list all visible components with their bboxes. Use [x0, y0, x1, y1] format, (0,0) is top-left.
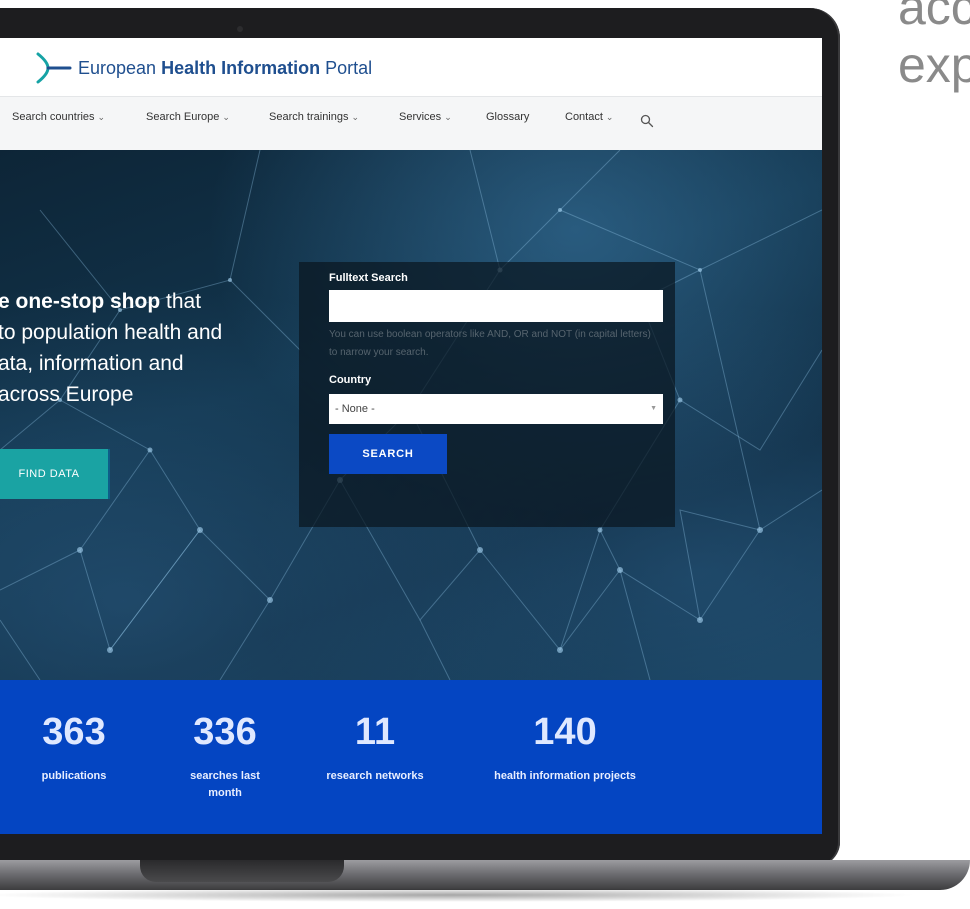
stat-value: 11	[354, 711, 396, 753]
nav-item-glossary[interactable]: Glossary	[486, 111, 529, 123]
laptop-shadow	[0, 888, 920, 902]
hero-headline: e one-stop shop that to population healt…	[0, 286, 298, 410]
nav-item-search-countries[interactable]: Search countries ⌄	[12, 111, 105, 123]
find-data-button[interactable]: FIND DATA	[0, 449, 110, 499]
stat-label: health information projects	[494, 770, 636, 782]
main-navigation: Search countries ⌄ Search Europe ⌄ Search …	[0, 96, 822, 151]
stat-health-projects[interactable]: 140 health information projects	[470, 710, 660, 785]
nav-item-label: Search Europe	[146, 111, 220, 123]
search-icon[interactable]	[640, 114, 654, 128]
logo-suffix: Portal	[320, 58, 373, 78]
logo-prefix: European	[78, 58, 162, 78]
chevron-down-icon: ⌄	[351, 112, 360, 122]
laptop-base-notch	[140, 860, 344, 882]
caret-down-icon: ▼	[650, 405, 657, 412]
nav-item-search-europe[interactable]: Search Europe ⌄	[146, 111, 230, 123]
nav-item-label: Search trainings	[269, 111, 349, 123]
chevron-down-icon: ⌄	[444, 112, 452, 122]
hero-line-1-bold: e one-stop shop	[0, 290, 161, 313]
nav-item-label: Contact	[565, 111, 603, 123]
logo-bold: Health Information	[161, 58, 321, 78]
country-select[interactable]: - None - ▼	[329, 394, 663, 424]
laptop-camera	[237, 26, 243, 32]
chevron-down-icon: ⌄	[222, 112, 230, 122]
nav-item-label: Search countries	[12, 111, 95, 123]
country-label: Country	[329, 374, 372, 386]
stat-searches[interactable]: 336 searches last month	[175, 710, 275, 802]
stat-label: research networks	[326, 770, 424, 782]
site-header: European Health Information Portal	[0, 38, 822, 96]
stat-label: searches last month	[190, 770, 260, 799]
stat-value: 363	[42, 711, 106, 753]
hero-line-1-rest: that	[160, 290, 202, 313]
stat-label: publications	[41, 770, 107, 782]
fulltext-search-input[interactable]	[329, 290, 663, 322]
fulltext-search-label: Fulltext Search	[329, 272, 408, 284]
chevron-down-icon: ⌄	[97, 112, 106, 122]
hero-line-3: ata, information and	[0, 352, 184, 375]
country-select-value: - None -	[335, 403, 375, 415]
hero-line-1: e one-stop shop that	[0, 286, 298, 317]
nav-item-services[interactable]: Services ⌄	[399, 111, 452, 123]
hero-line-4: across Europe	[0, 383, 134, 406]
stats-section: 363 publications 336 searches last month…	[0, 680, 822, 834]
nav-item-label: Glossary	[486, 111, 530, 123]
laptop-screen: European Health Information Portal Searc…	[0, 38, 822, 834]
ehip-logo-icon[interactable]	[36, 52, 74, 84]
stat-value: 336	[193, 711, 257, 753]
search-help-text: You can use boolean operators like AND, …	[329, 329, 651, 358]
stat-research-networks[interactable]: 11 research networks	[325, 710, 425, 785]
search-button[interactable]: SEARCH	[329, 434, 447, 474]
nav-item-label: Services	[399, 111, 442, 123]
hero-section: e one-stop shop that to population healt…	[0, 150, 822, 680]
chevron-down-icon: ⌄	[605, 112, 614, 122]
nav-item-contact[interactable]: Contact ⌄	[565, 111, 613, 123]
site-logo-text[interactable]: European Health Information Portal	[78, 58, 372, 79]
stat-value: 140	[533, 711, 597, 753]
hero-line-2: to population health and	[0, 321, 223, 344]
side-text-line-1: acc	[898, 0, 970, 35]
stat-publications[interactable]: 363 publications	[24, 710, 124, 785]
page-side-text: acc exp	[898, 0, 970, 94]
search-panel: Fulltext Search You can use boolean oper…	[299, 262, 675, 527]
side-text-line-2: exp	[898, 37, 970, 93]
nav-item-search-trainings[interactable]: Search trainings ⌄	[269, 111, 359, 123]
